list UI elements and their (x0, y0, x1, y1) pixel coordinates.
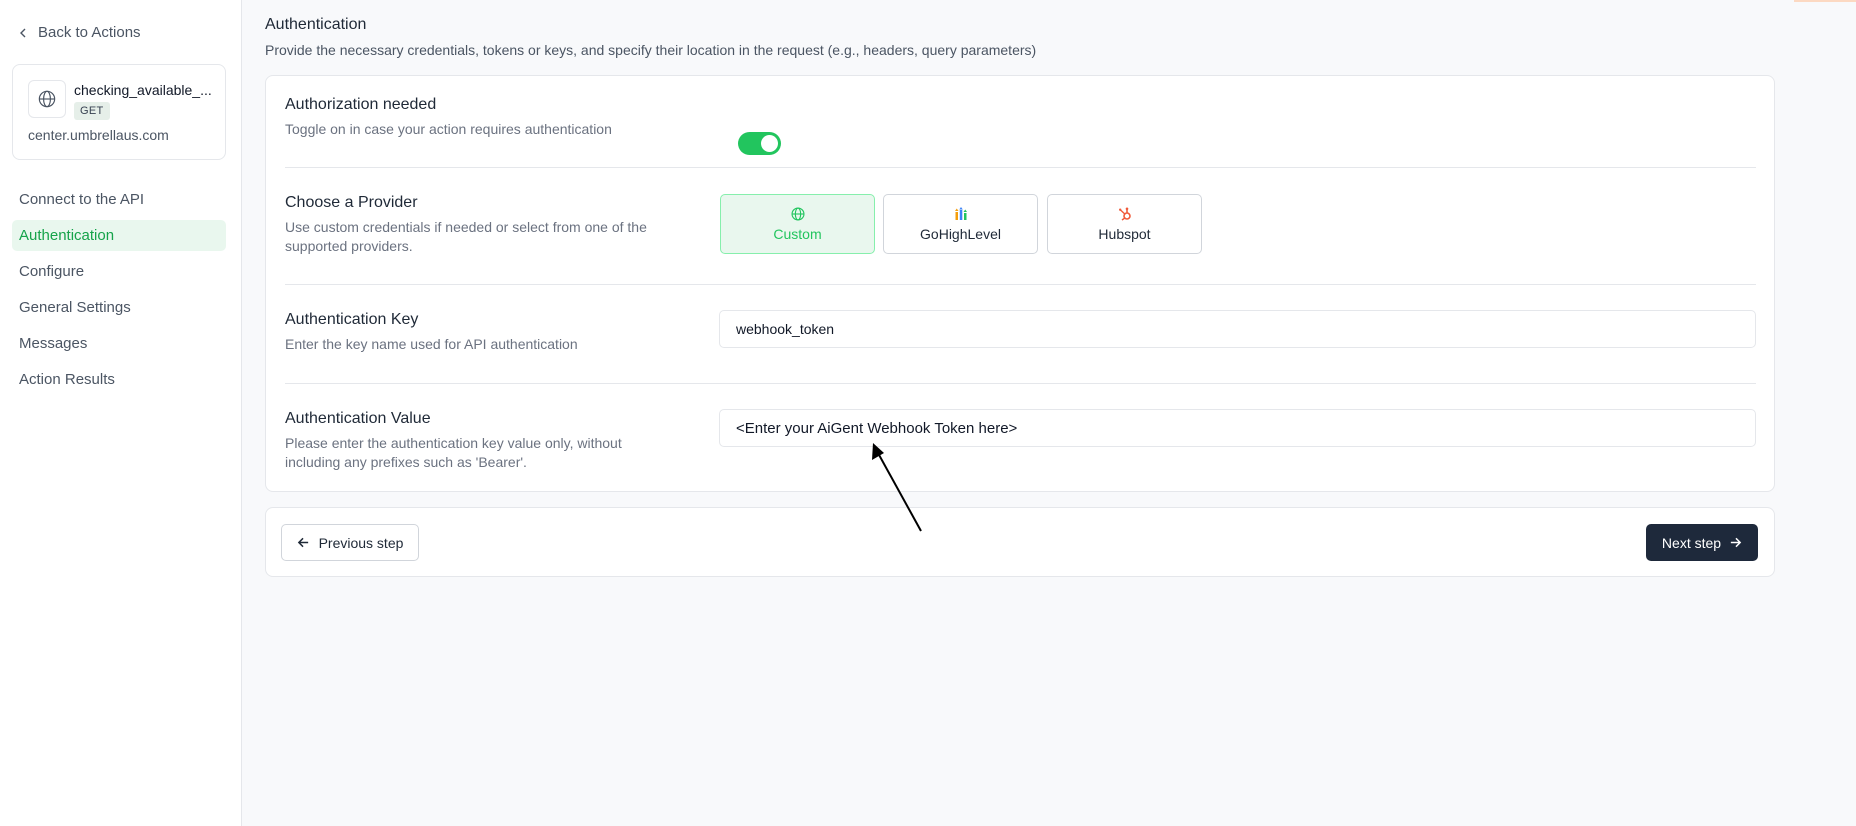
auth-needed-help: Toggle on in case your action requires a… (285, 121, 612, 137)
globe-icon (38, 90, 56, 108)
next-step-label: Next step (1661, 534, 1722, 551)
nav-item-general-settings[interactable]: General Settings (12, 292, 226, 323)
provider-option-label: GoHighLevel (920, 225, 1001, 242)
previous-step-label: Previous step (318, 534, 404, 551)
section-title: Authentication (265, 16, 367, 33)
auth-needed-label: Authorization needed (285, 96, 437, 113)
auth-value-help: Please enter the authentication key valu… (285, 435, 622, 470)
hubspot-icon (1118, 207, 1131, 221)
back-to-actions-link[interactable]: Back to Actions (18, 24, 141, 41)
action-summary-card: checking_available_... GET center.umbrel… (12, 64, 226, 160)
provider-help: Use custom credentials if needed or sele… (285, 219, 647, 254)
step-navigation: Connect to the API Authentication Config… (12, 184, 226, 400)
arrow-right-icon (1730, 537, 1742, 548)
divider (285, 383, 1756, 384)
action-name: checking_available_... (74, 82, 212, 98)
next-step-button[interactable]: Next step (1646, 524, 1758, 561)
divider (285, 167, 1756, 168)
previous-step-button[interactable]: Previous step (281, 524, 419, 561)
back-link-label: Back to Actions (38, 24, 141, 41)
action-globe-icon-box (28, 80, 66, 118)
top-right-accent-line (1794, 0, 1856, 2)
auth-key-help: Enter the key name used for API authenti… (285, 336, 578, 352)
divider (285, 284, 1756, 285)
gohighlevel-icon (954, 206, 967, 220)
section-description: Provide the necessary credentials, token… (265, 42, 1037, 58)
nav-item-connect-api[interactable]: Connect to the API (12, 184, 226, 215)
provider-option-custom[interactable]: Custom (720, 194, 875, 254)
step-footer: Previous step Next step (265, 507, 1775, 577)
http-method-badge: GET (74, 102, 110, 120)
sidebar: Back to Actions checking_available_... G… (0, 0, 242, 826)
nav-item-messages[interactable]: Messages (12, 328, 226, 359)
provider-option-hubspot[interactable]: Hubspot (1047, 194, 1202, 254)
provider-option-label: Custom (773, 225, 822, 242)
action-host: center.umbrellaus.com (28, 127, 169, 143)
authentication-panel: Authorization needed Toggle on in case y… (265, 75, 1775, 492)
arrow-left-icon (297, 537, 308, 548)
auth-needed-row: Authorization needed Toggle on in case y… (285, 96, 1755, 155)
nav-item-action-results[interactable]: Action Results (12, 364, 226, 395)
globe-icon (790, 206, 805, 221)
auth-value-input[interactable] (719, 409, 1756, 447)
provider-option-gohighlevel[interactable]: GoHighLevel (883, 194, 1038, 254)
nav-item-configure[interactable]: Configure (12, 256, 226, 287)
nav-item-authentication[interactable]: Authentication (12, 220, 226, 251)
auth-key-input[interactable] (719, 310, 1756, 348)
provider-option-label: Hubspot (1098, 225, 1151, 242)
auth-needed-toggle[interactable] (738, 132, 781, 155)
chevron-left-icon (20, 28, 26, 37)
